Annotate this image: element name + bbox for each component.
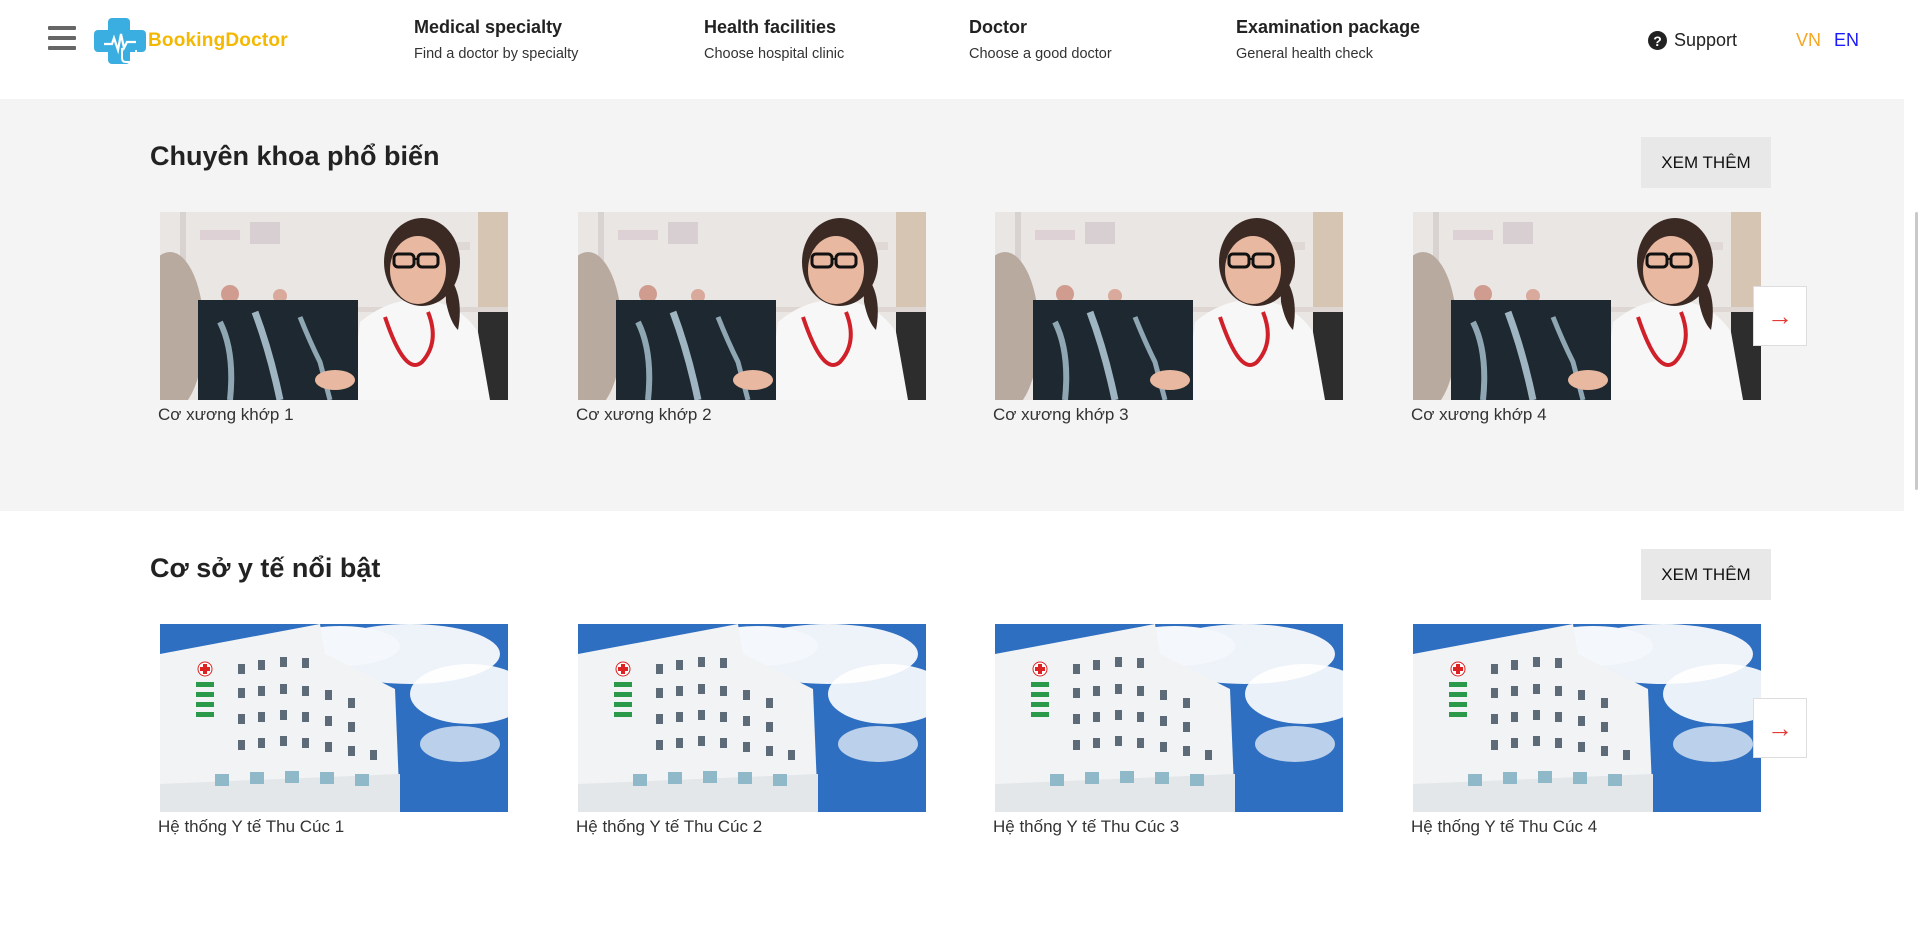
see-more-button[interactable]: XEM THÊM [1641, 549, 1771, 600]
question-circle-icon: ? [1648, 31, 1667, 50]
nav-subtitle: Choose a good doctor [969, 46, 1112, 62]
hospital-building-image [995, 624, 1343, 812]
nav-title: Examination package [1236, 17, 1421, 37]
specialty-card[interactable]: Cơ xương khớp 4 [1411, 212, 1761, 425]
facility-card[interactable]: Hệ thống Y tế Thu Cúc 1 [158, 624, 508, 837]
see-more-button[interactable]: XEM THÊM [1641, 137, 1771, 188]
facility-card[interactable]: Hệ thống Y tế Thu Cúc 4 [1411, 624, 1761, 837]
logo-hand-icon [94, 18, 146, 64]
carousel-next-arrow-icon[interactable]: → [1753, 286, 1807, 346]
scrollbar-thumb[interactable] [1915, 212, 1918, 490]
carousel-next-arrow-icon[interactable]: → [1753, 698, 1807, 758]
site-header: BookingDoctor Medical specialty Find a d… [0, 0, 1904, 99]
card-label: Hệ thống Y tế Thu Cúc 1 [158, 817, 345, 836]
popular-specialty-section: Chuyên khoa phổ biến XEM THÊM Cơ xương k… [0, 99, 1904, 511]
doctor-xray-image [995, 212, 1343, 400]
nav-subtitle: General health check [1236, 46, 1374, 62]
nav-examination-package[interactable]: Examination package General health check [1236, 17, 1420, 62]
logo[interactable]: BookingDoctor [94, 18, 288, 64]
support-label: Support [1674, 30, 1738, 50]
hospital-building-image [578, 624, 926, 812]
nav-doctor[interactable]: Doctor Choose a good doctor [969, 17, 1112, 62]
nav-title: Medical specialty [414, 17, 563, 37]
card-label: Cơ xương khớp 2 [576, 405, 712, 424]
doctor-xray-image [160, 212, 508, 400]
card-label: Hệ thống Y tế Thu Cúc 2 [576, 817, 763, 836]
language-en[interactable]: EN [1834, 30, 1859, 51]
page: BookingDoctor Medical specialty Find a d… [0, 0, 1920, 925]
nav-title: Doctor [969, 17, 1027, 37]
specialty-card[interactable]: Cơ xương khớp 3 [993, 212, 1343, 425]
logo-text: BookingDoctor [148, 30, 288, 51]
facility-card[interactable]: Hệ thống Y tế Thu Cúc 2 [576, 624, 926, 837]
hospital-building-image [160, 624, 508, 812]
doctor-xray-image [578, 212, 926, 400]
card-label: Cơ xương khớp 1 [158, 405, 294, 424]
featured-facilities-section: Cơ sở y tế nổi bật XEM THÊM Hệ thống Y t… [0, 511, 1904, 925]
nav-subtitle: Choose hospital clinic [704, 46, 845, 62]
nav-health-facilities[interactable]: Health facilities Choose hospital clinic [704, 17, 844, 62]
specialty-card[interactable]: Cơ xương khớp 2 [576, 212, 926, 425]
hamburger-menu-icon[interactable] [48, 26, 78, 54]
section-title: Cơ sở y tế nổi bật [150, 553, 381, 583]
card-label: Hệ thống Y tế Thu Cúc 4 [1411, 817, 1598, 836]
card-label: Cơ xương khớp 3 [993, 405, 1129, 424]
support-link[interactable]: ? Support [1648, 30, 1737, 51]
card-label: Cơ xương khớp 4 [1411, 405, 1547, 424]
nav-medical-specialty[interactable]: Medical specialty Find a doctor by speci… [414, 17, 578, 62]
facility-card[interactable]: Hệ thống Y tế Thu Cúc 3 [993, 624, 1343, 837]
hospital-building-image [1413, 624, 1761, 812]
nav-subtitle: Find a doctor by specialty [414, 46, 579, 62]
card-label: Hệ thống Y tế Thu Cúc 3 [993, 817, 1180, 836]
doctor-xray-image [1413, 212, 1761, 400]
nav-title: Health facilities [704, 17, 837, 37]
language-vn[interactable]: VN [1796, 30, 1821, 51]
specialty-card[interactable]: Cơ xương khớp 1 [158, 212, 508, 425]
section-title: Chuyên khoa phổ biến [150, 141, 440, 171]
